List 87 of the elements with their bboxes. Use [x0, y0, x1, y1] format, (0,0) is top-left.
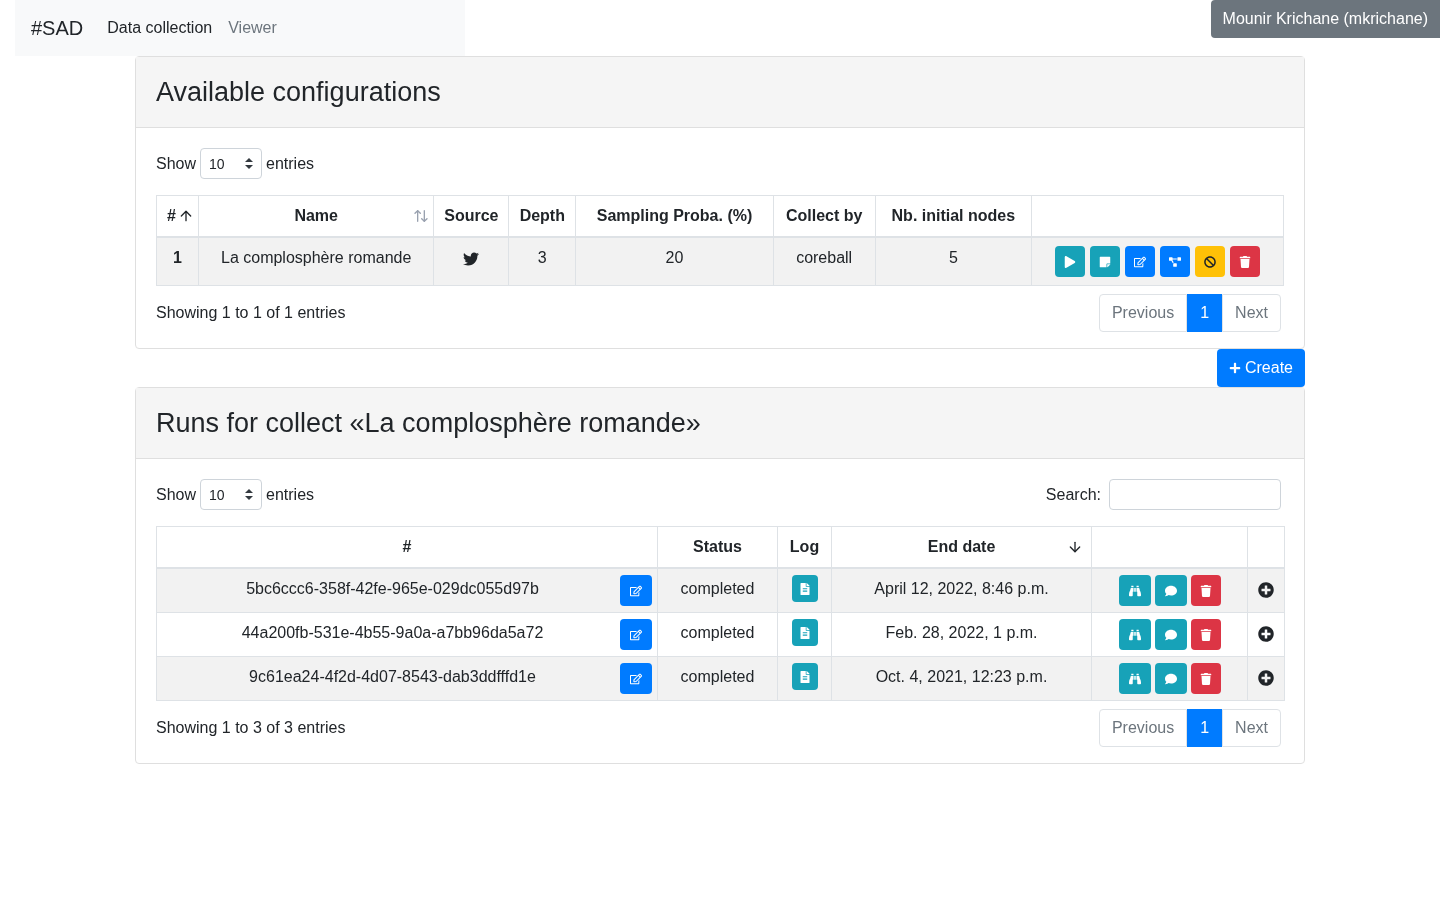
edit-button[interactable]: [620, 619, 652, 650]
nav-link[interactable]: Data collection: [107, 16, 213, 40]
edit-button[interactable]: [1125, 246, 1156, 277]
search-field[interactable]: [1109, 479, 1281, 510]
delete-button[interactable]: [1190, 663, 1221, 694]
entries-label: entries: [266, 153, 315, 174]
file-icon: [798, 670, 811, 683]
table-cell: Oct. 4, 2021, 12:23 p.m.: [831, 656, 1092, 701]
trash-icon: [1199, 672, 1212, 685]
expand-icon[interactable]: [1258, 625, 1274, 642]
comment-button[interactable]: [1154, 663, 1187, 694]
edit-icon: [630, 584, 642, 597]
expand-icon[interactable]: [1258, 669, 1274, 686]
trash-icon: [1199, 628, 1212, 641]
edit-button[interactable]: [620, 575, 652, 606]
updown-caret-icon: [245, 489, 254, 500]
table-cell: 5: [875, 237, 1032, 286]
comment-button[interactable]: [1154, 619, 1187, 650]
run-id: 9c61ea24-4f2d-4d07-8543-dab3ddfffd1e: [248, 667, 537, 687]
pagination-link[interactable]: Next: [1222, 709, 1281, 747]
trash-icon: [1199, 584, 1212, 597]
edit-icon: [1134, 255, 1147, 268]
show-label: Show: [156, 484, 197, 505]
entries-select[interactable]: 10: [200, 479, 263, 510]
log-button[interactable]: [791, 575, 818, 602]
plus-icon: [1228, 362, 1241, 374]
search-label: Search:: [1045, 484, 1101, 505]
table-cell: coreball: [773, 237, 876, 286]
delete-button[interactable]: [1190, 575, 1221, 606]
trash-icon: [1239, 255, 1252, 268]
table-cell: 3: [508, 237, 576, 286]
user-button[interactable]: Mounir Krichane (mkrichane): [1210, 0, 1440, 38]
nav-link[interactable]: Viewer: [228, 16, 277, 40]
create-button[interactable]: Create: [1216, 349, 1305, 387]
bird-icon: [463, 250, 480, 267]
comment-icon: [1164, 584, 1177, 597]
binoculars-icon: [1128, 628, 1141, 641]
edit-button[interactable]: [620, 663, 652, 694]
comment-icon: [1164, 628, 1177, 641]
note-icon: [1099, 255, 1112, 268]
edit-icon: [630, 672, 642, 685]
ban-icon: [1204, 255, 1217, 268]
comment-button[interactable]: [1154, 575, 1187, 606]
file-icon: [798, 626, 811, 639]
view-button[interactable]: [1118, 663, 1151, 694]
entries-select[interactable]: 10: [200, 148, 263, 179]
table-cell: completed: [657, 612, 778, 657]
table-cell: April 12, 2022, 8:46 p.m.: [831, 568, 1092, 613]
table-cell: completed: [657, 656, 778, 701]
view-button[interactable]: [1118, 575, 1151, 606]
log-button[interactable]: [791, 663, 818, 690]
table-cell: 1: [156, 237, 199, 286]
log-button[interactable]: [791, 619, 818, 646]
table-info: Showing 1 to 3 of 3 entries: [156, 718, 346, 738]
show-label: Show: [156, 153, 197, 174]
notes-button[interactable]: [1090, 246, 1121, 277]
play-button[interactable]: [1055, 246, 1086, 277]
pagination-link[interactable]: 1: [1187, 294, 1223, 332]
expand-icon[interactable]: [1258, 581, 1274, 598]
binoculars-icon: [1128, 584, 1141, 597]
disable-button[interactable]: [1195, 246, 1226, 277]
play-icon: [1064, 255, 1077, 268]
run-id: 44a200fb-531e-4b55-9a0a-a7bb96da5a72: [240, 623, 545, 643]
pagination-link[interactable]: Previous: [1098, 294, 1188, 332]
run-id: 5bc6ccc6-358f-42fe-965e-029dc055d97b: [245, 579, 540, 599]
table-cell: Feb. 28, 2022, 1 p.m.: [831, 612, 1092, 657]
card-title: Available configurations: [136, 57, 1304, 128]
binoculars-icon: [1128, 672, 1141, 685]
table-info: Showing 1 to 1 of 1 entries: [156, 303, 346, 323]
file-icon: [798, 582, 811, 595]
nodes-icon: [1169, 255, 1182, 268]
view-button[interactable]: [1118, 619, 1151, 650]
delete-button[interactable]: [1230, 246, 1261, 277]
pagination-link[interactable]: Previous: [1098, 709, 1188, 747]
table-cell: 20: [575, 237, 774, 286]
comment-icon: [1164, 672, 1177, 685]
pagination-link[interactable]: Next: [1222, 294, 1281, 332]
table-cell: completed: [657, 568, 778, 613]
card-title: Runs for collect «La complosphère romande»: [136, 388, 1304, 459]
delete-button[interactable]: [1190, 619, 1221, 650]
updown-caret-icon: [245, 158, 254, 169]
table-cell: La complosphère romande: [198, 237, 434, 286]
graph-button[interactable]: [1160, 246, 1191, 277]
entries-label: entries: [266, 484, 315, 505]
brand-link[interactable]: #SAD: [31, 14, 84, 42]
edit-icon: [630, 628, 642, 641]
pagination-link[interactable]: 1: [1187, 709, 1223, 747]
